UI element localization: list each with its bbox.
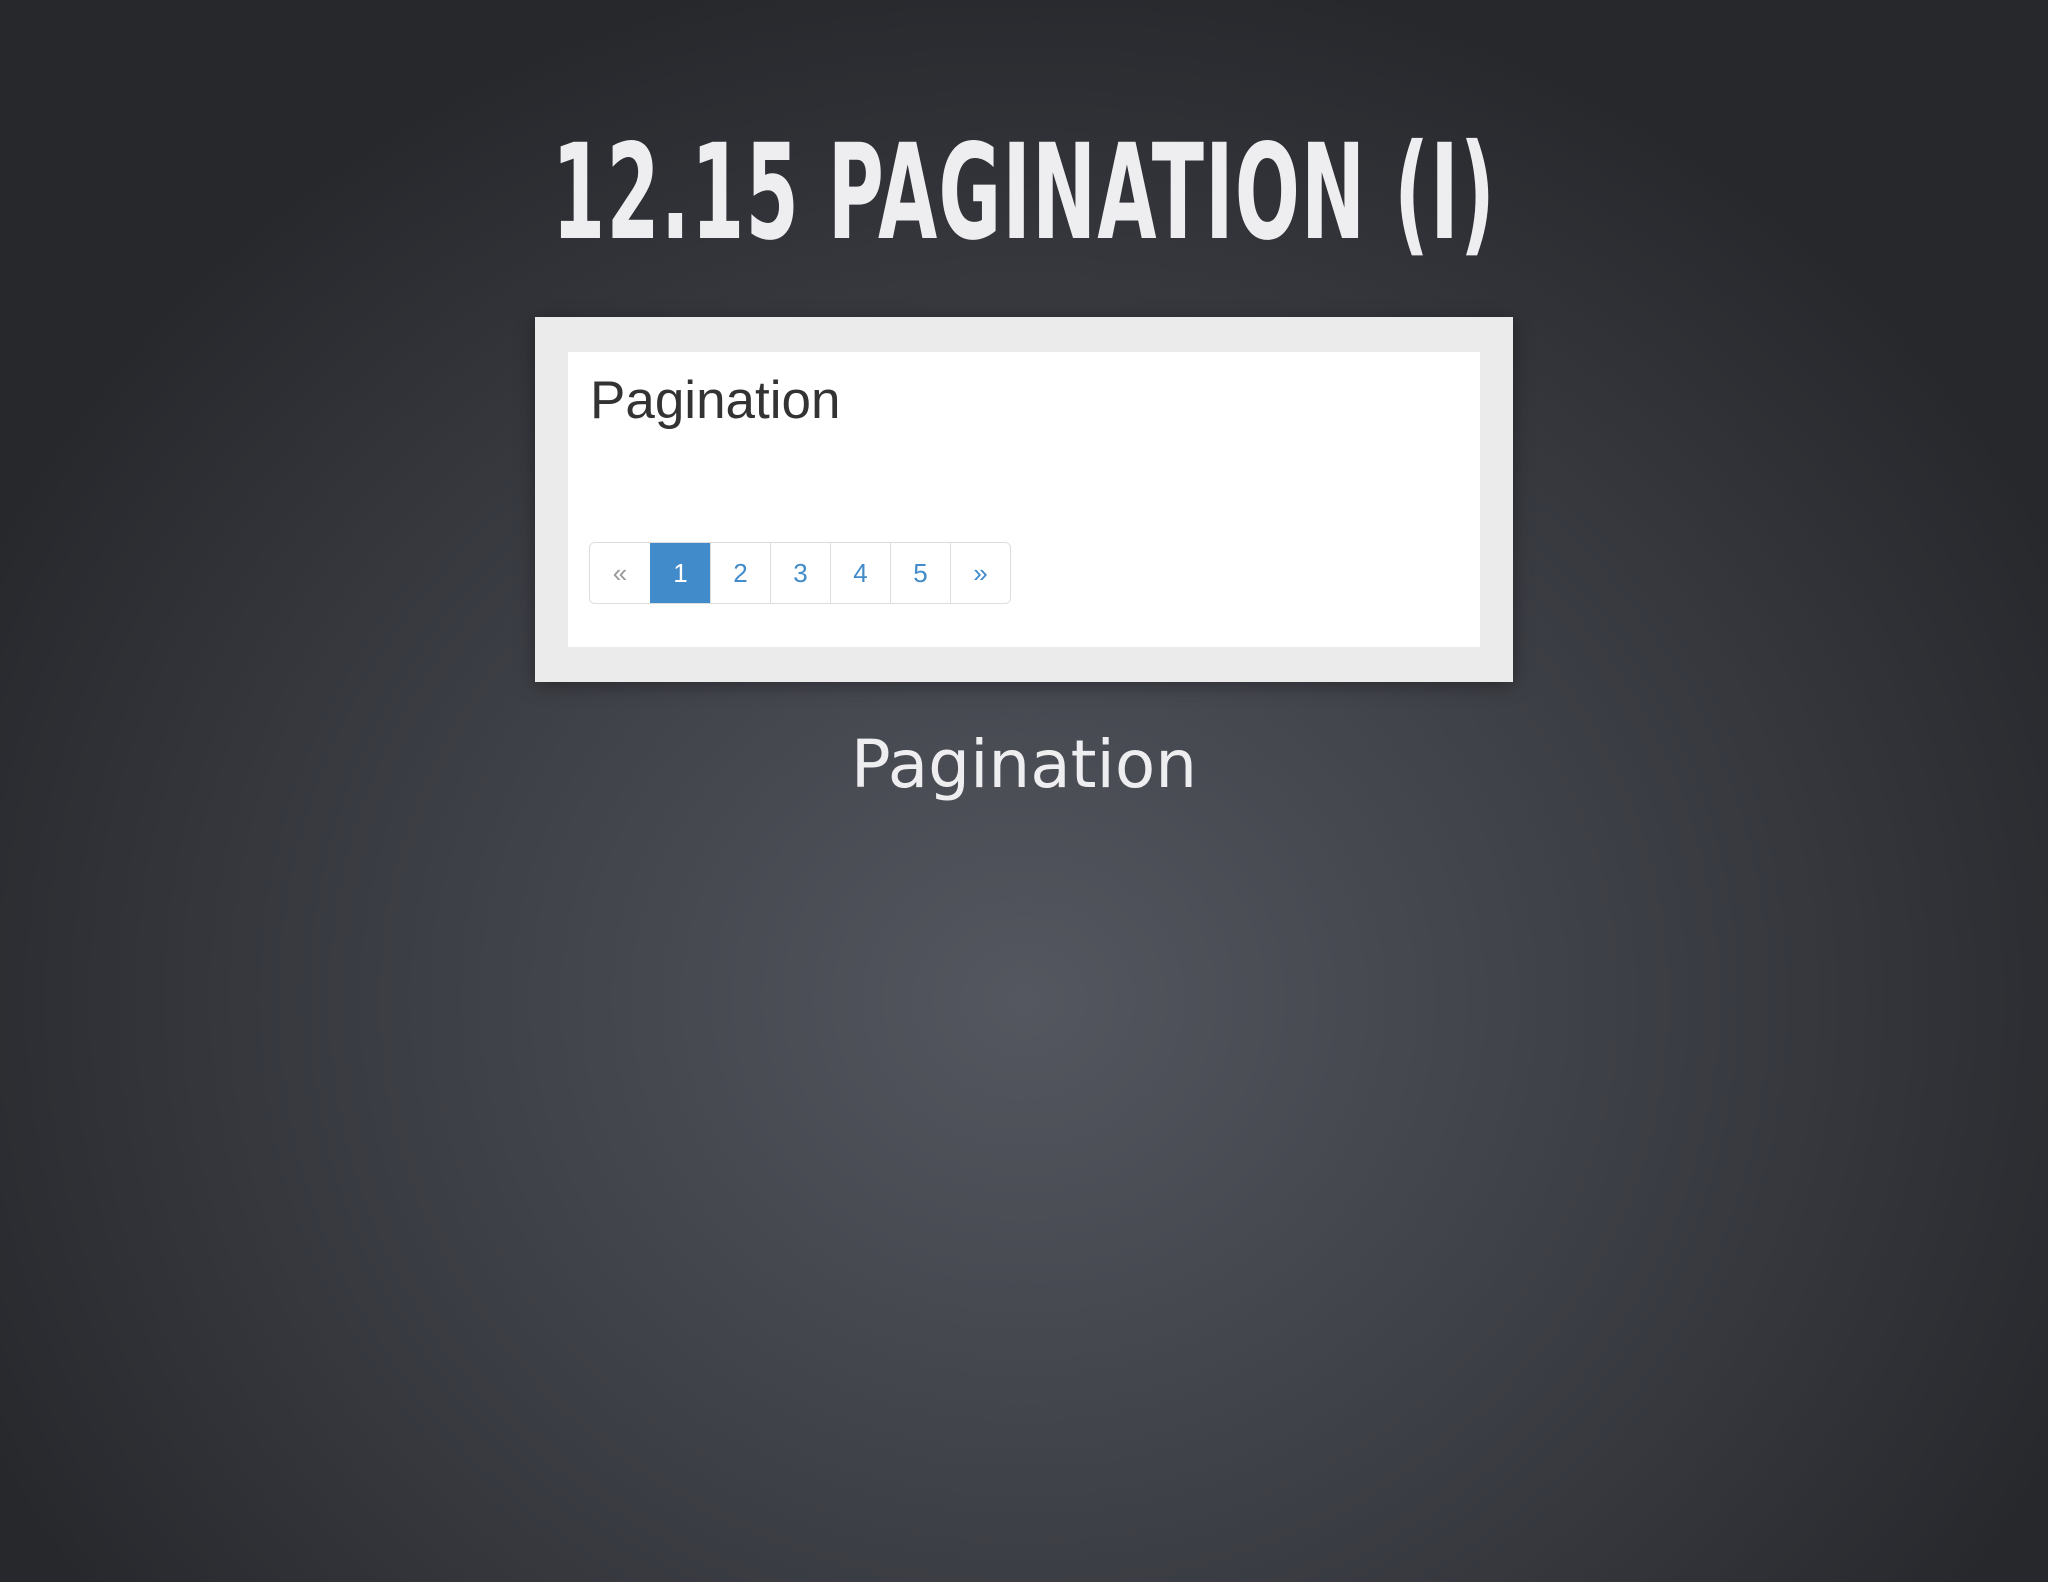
pagination-prev-button[interactable]: « bbox=[590, 543, 650, 603]
screenshot-panel: Pagination « 1 2 3 4 5 » bbox=[568, 352, 1480, 647]
screenshot-frame: Pagination « 1 2 3 4 5 » bbox=[535, 317, 1513, 682]
slide-title: 12.15 PAGINATION (I) bbox=[551, 116, 1497, 270]
pagination: « 1 2 3 4 5 » bbox=[589, 542, 1011, 604]
slide-caption: Pagination bbox=[850, 726, 1198, 803]
pagination-page-5[interactable]: 5 bbox=[890, 543, 950, 603]
pagination-page-1[interactable]: 1 bbox=[650, 543, 710, 603]
demo-heading: Pagination bbox=[590, 371, 841, 430]
pagination-page-2[interactable]: 2 bbox=[710, 543, 770, 603]
pagination-page-3[interactable]: 3 bbox=[770, 543, 830, 603]
pagination-page-4[interactable]: 4 bbox=[830, 543, 890, 603]
pagination-next-button[interactable]: » bbox=[950, 543, 1010, 603]
